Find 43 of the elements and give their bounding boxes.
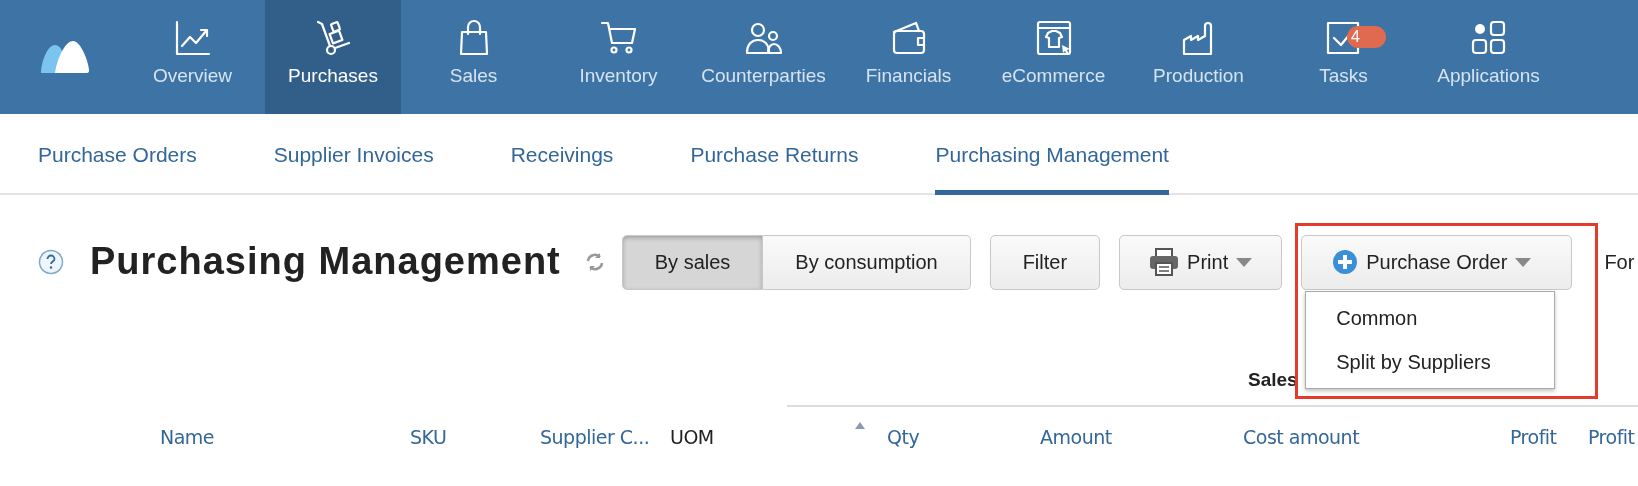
sub-nav-tab[interactable]: Receivings [510,114,614,195]
nav-item[interactable]: eCommerce [981,0,1126,114]
menu-item[interactable]: Common [1306,295,1555,340]
sub-nav-tab[interactable]: Purchasing Management [935,114,1169,195]
page-title: Purchasing Management [90,239,561,285]
menu-item[interactable]: Split by Suppliers [1306,339,1555,384]
print-button[interactable]: Print [1119,234,1283,290]
plus-icon [1332,249,1359,275]
sub-nav-tab[interactable]: Supplier Invoices [273,114,434,195]
column-header[interactable]: Profit [1510,423,1588,452]
purchase-order-button[interactable]: Purchase Order [1301,234,1573,290]
refresh-icon[interactable] [584,252,605,272]
sub-nav-tab[interactable]: Purchase Returns [690,114,859,195]
nav-item[interactable]: Inventory [546,0,691,114]
count-badge: 4 [1347,26,1386,48]
nav-item[interactable]: Counterparties [691,0,836,114]
column-header[interactable]: Profit [1588,423,1638,452]
nav-item[interactable]: Applications [1416,0,1561,114]
toolbar-label: For [1604,250,1635,275]
logo-icon[interactable] [39,39,91,75]
column-header[interactable]: Cost amount [1243,423,1510,452]
caret-icon [1236,257,1253,267]
help-icon[interactable] [38,249,64,275]
column-header[interactable]: Amount [1040,423,1243,452]
group-header: Sales [1248,369,1298,391]
column-header: UOM [670,425,715,450]
toggle-button[interactable]: By sales [621,234,764,290]
nav-item[interactable]: Tasks 4 [1271,0,1416,114]
column-header[interactable]: SKU [410,423,540,452]
column-header[interactable]: Qty [887,423,920,452]
toggle-button[interactable]: By consumption [763,234,971,290]
caret-icon [1515,257,1532,267]
sort-arrow-icon [855,421,865,429]
nav-item[interactable]: Financials [836,0,981,114]
column-header[interactable]: Supplier C... [540,423,670,452]
printer-icon [1149,248,1180,276]
nav-item[interactable]: Production [1126,0,1271,114]
nav-item[interactable]: Sales [401,0,546,114]
filter-button[interactable]: Filter [989,234,1101,290]
sub-nav-tab[interactable]: Purchase Orders [38,114,197,195]
nav-item[interactable]: Overview [120,0,265,114]
column-header[interactable]: Name [160,423,410,452]
nav-item[interactable]: Purchases [265,0,401,114]
